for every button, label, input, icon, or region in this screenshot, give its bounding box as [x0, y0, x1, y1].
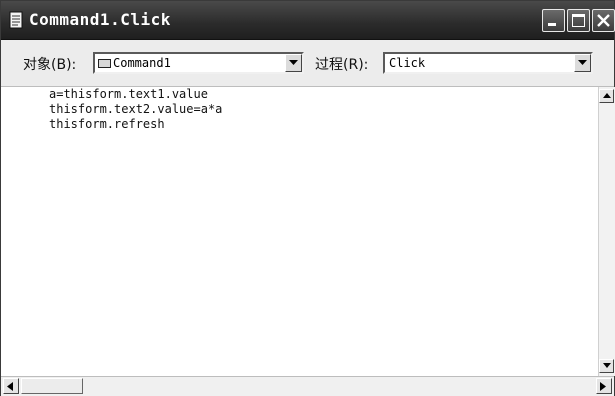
- code-editor[interactable]: a=thisform.text1.value thisform.text2.va…: [1, 87, 598, 376]
- procedure-dropdown-button[interactable]: [574, 54, 591, 72]
- code-toolbar: 对象(B): Command1 过程(R): Click: [1, 40, 614, 87]
- vertical-scrollbar[interactable]: [598, 87, 615, 376]
- scroll-left-button[interactable]: [3, 378, 19, 394]
- title-bar[interactable]: Command1.Click: [1, 1, 615, 40]
- object-combobox[interactable]: Command1: [93, 52, 304, 74]
- object-dropdown-button[interactable]: [285, 54, 302, 72]
- maximize-button[interactable]: [567, 9, 590, 32]
- horizontal-scroll-thumb[interactable]: [21, 378, 83, 394]
- object-label: 对象(B):: [23, 57, 77, 73]
- procedure-label: 过程(R):: [315, 57, 369, 73]
- window-title: Command1.Click: [29, 10, 171, 29]
- code-line[interactable]: thisform.text2.value=a*a: [49, 102, 222, 116]
- scroll-down-button[interactable]: [599, 359, 614, 373]
- scroll-right-button[interactable]: [596, 378, 612, 394]
- code-line[interactable]: a=thisform.text1.value: [49, 87, 208, 101]
- close-button[interactable]: [592, 9, 615, 32]
- procedure-combobox[interactable]: Click: [383, 52, 593, 74]
- code-editor-window: Command1.Click 对象(B): Command1 过程(R): Cl…: [0, 0, 615, 396]
- scroll-up-button[interactable]: [599, 89, 614, 103]
- procedure-combobox-value: Click: [389, 56, 426, 70]
- code-window-icon: [9, 11, 23, 29]
- object-combobox-value: Command1: [113, 56, 171, 70]
- horizontal-scrollbar[interactable]: [1, 376, 614, 396]
- minimize-button[interactable]: [542, 9, 565, 32]
- code-line[interactable]: thisform.refresh: [49, 117, 165, 131]
- command-button-icon: [98, 59, 111, 68]
